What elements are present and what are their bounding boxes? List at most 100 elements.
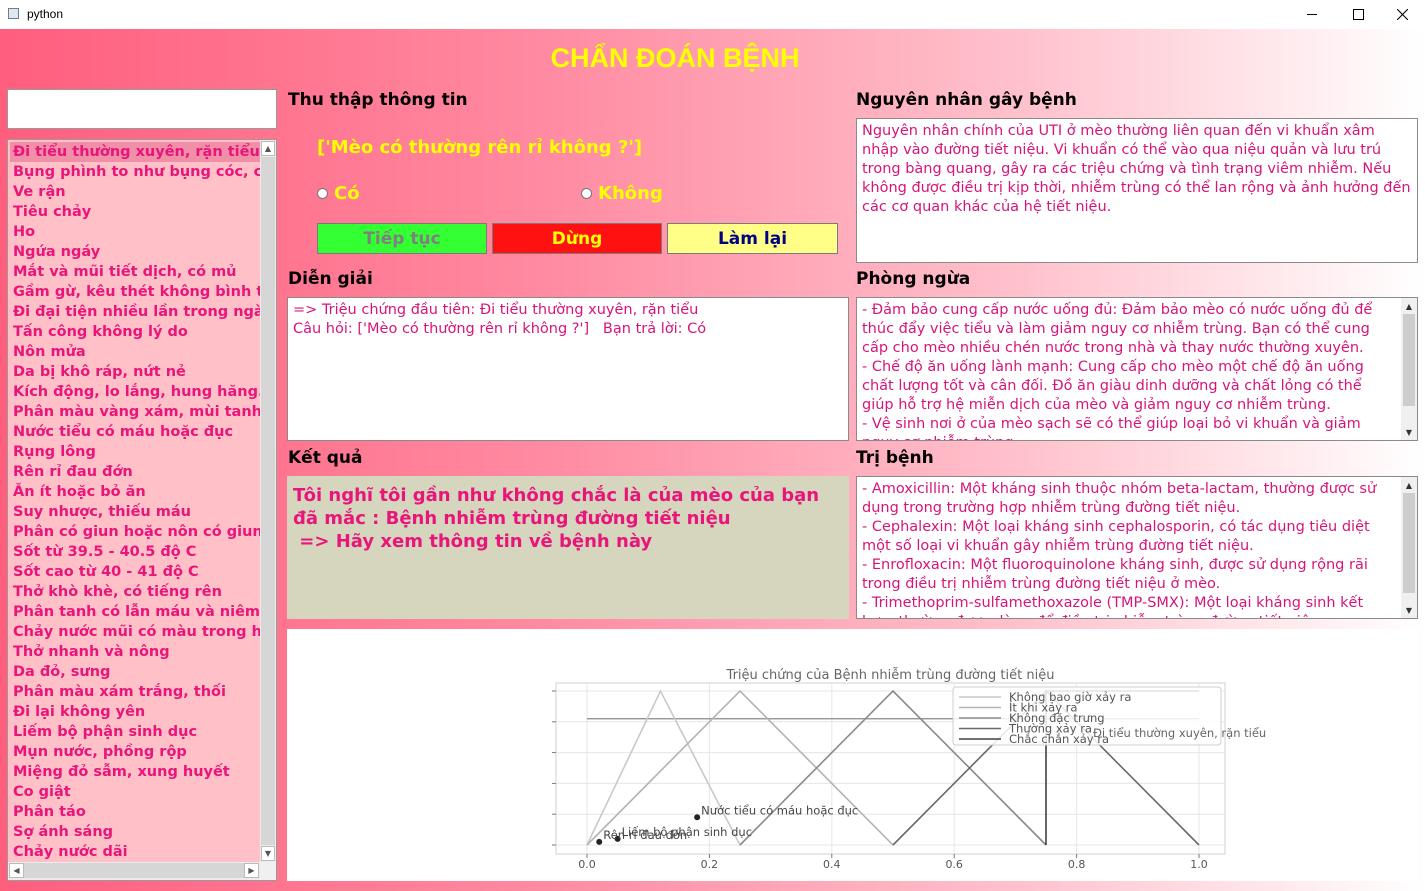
symptom-item[interactable]: Thở nhanh và nông bbox=[13, 642, 263, 662]
cause-text: Nguyên nhân chính của UTI ở mèo thường l… bbox=[862, 123, 1416, 215]
explain-label: Diễn giải bbox=[288, 269, 373, 289]
x-tick-label: 0.2 bbox=[701, 858, 719, 871]
symptom-item[interactable]: Ve rận bbox=[13, 182, 263, 202]
prevent-label: Phòng ngừa bbox=[856, 269, 971, 289]
search-input[interactable] bbox=[7, 89, 277, 129]
radio-yes[interactable]: Có bbox=[317, 183, 360, 204]
symptom-item[interactable]: Miệng đỏ sẫm, xung huyết bbox=[13, 762, 263, 782]
data-point bbox=[596, 838, 603, 845]
symptom-item[interactable]: Chảy nước dãi bbox=[13, 842, 263, 862]
scroll-up-icon[interactable]: ▲ bbox=[1403, 300, 1415, 312]
symptom-item[interactable]: Da bị khô ráp, nứt nẻ bbox=[13, 362, 263, 382]
symptom-item[interactable]: Chảy nước mũi có màu trong hoặc bbox=[13, 622, 263, 642]
radio-icon[interactable] bbox=[581, 188, 592, 199]
scroll-right-icon[interactable]: ▶ bbox=[244, 863, 259, 878]
symptom-item[interactable]: Ngứa ngáy bbox=[13, 242, 263, 262]
symptom-item[interactable]: Phân táo bbox=[13, 802, 263, 822]
symptom-item[interactable]: Gầm gừ, kêu thét không bình thường bbox=[13, 282, 263, 302]
minimize-button[interactable] bbox=[1289, 0, 1335, 29]
legend-label: Đi tiểu thường xuyên, rặn tiểu bbox=[1093, 726, 1266, 740]
treat-line: - Amoxicillin: Một kháng sinh thuộc nhóm… bbox=[862, 481, 1381, 516]
scroll-thumb[interactable] bbox=[261, 157, 275, 845]
explain-textbox[interactable]: => Triệu chứng đầu tiên: Đi tiểu thường … bbox=[287, 297, 849, 441]
prevent-line: - Chế độ ăn uống lành mạnh: Cung cấp cho… bbox=[862, 359, 1369, 413]
symptom-item[interactable]: Đi lại không yên bbox=[13, 702, 263, 722]
treat-line: - Cephalexin: Một loại kháng sinh cephal… bbox=[862, 519, 1375, 554]
symptom-item[interactable]: Suy nhược, thiếu máu bbox=[13, 502, 263, 522]
treat-textbox[interactable]: - Amoxicillin: Một kháng sinh thuộc nhóm… bbox=[856, 476, 1418, 619]
scroll-thumb[interactable] bbox=[1403, 314, 1415, 406]
symptom-list[interactable]: Đi tiểu thường xuyên, rặn tiểu Bụng phình… bbox=[7, 139, 277, 881]
symptom-item[interactable]: Nôn mửa bbox=[13, 342, 263, 362]
symptom-item[interactable]: Sốt từ 39.5 - 40.5 độ C bbox=[13, 542, 263, 562]
scroll-corner bbox=[260, 862, 276, 880]
continue-button[interactable]: Tiếp tục bbox=[317, 223, 487, 254]
scroll-left-icon[interactable]: ◀ bbox=[9, 863, 24, 878]
symptom-item[interactable]: Liếm bộ phận sinh dục bbox=[13, 722, 263, 742]
symptom-item[interactable]: Sợ ánh sáng bbox=[13, 822, 263, 842]
result-text: Tôi nghĩ tôi gần như không chắc là của m… bbox=[287, 476, 849, 619]
result-label: Kết quả bbox=[288, 448, 363, 468]
symptom-item[interactable]: Mụn nước, phồng rộp bbox=[13, 742, 263, 762]
symptom-item[interactable]: Da đỏ, sưng bbox=[13, 662, 263, 682]
list-horizontal-scrollbar[interactable]: ◀ ▶ bbox=[8, 862, 260, 880]
point-label: Nước tiểu có máu hoặc đục bbox=[701, 803, 858, 817]
stop-button[interactable]: Dừng bbox=[492, 223, 662, 254]
collect-label: Thu thập thông tin bbox=[288, 90, 468, 110]
scroll-down-icon[interactable]: ▼ bbox=[1403, 426, 1415, 438]
close-button[interactable] bbox=[1379, 0, 1425, 29]
symptom-item[interactable]: Nước tiểu có máu hoặc đục bbox=[13, 422, 263, 442]
scroll-down-icon[interactable]: ▼ bbox=[1403, 604, 1415, 616]
prevent-textbox[interactable]: - Đảm bảo cung cấp nước uống đủ: Đảm bảo… bbox=[856, 297, 1418, 441]
symptom-item[interactable]: Bụng phình to như bụng cóc, căng bbox=[13, 162, 263, 182]
symptom-chart: 0.0 0.2 0.4 0.6 0.8 1.0 Triệu chứng của Bệnh n… bbox=[552, 668, 1266, 871]
list-vertical-scrollbar[interactable]: ▲ ▼ bbox=[260, 140, 276, 862]
symptom-item[interactable]: Thở khò khè, có tiếng rên bbox=[13, 582, 263, 602]
x-tick-label: 0.4 bbox=[823, 858, 841, 871]
symptom-item[interactable]: Sốt cao từ 40 - 41 độ C bbox=[13, 562, 263, 582]
symptom-item[interactable]: Tấn công không lý do bbox=[13, 322, 263, 342]
radio-no-label: Không bbox=[598, 183, 663, 204]
symptom-item[interactable]: Phân màu xám trắng, thối bbox=[13, 682, 263, 702]
question-text: ['Mèo có thường rên rỉ không ?'] bbox=[317, 137, 643, 158]
symptom-item[interactable]: Tiêu chảy bbox=[13, 202, 263, 222]
window-title: python bbox=[27, 7, 64, 21]
symptom-item[interactable]: Ăn ít hoặc bỏ ăn bbox=[13, 482, 263, 502]
symptom-item[interactable]: Phân tanh có lẫn máu và niêm mạc bbox=[13, 602, 263, 622]
symptom-item[interactable]: Ho bbox=[13, 222, 263, 242]
prevent-scrollbar[interactable]: ▲ ▼ bbox=[1401, 298, 1417, 440]
title-bar: python bbox=[0, 0, 1425, 29]
symptom-item[interactable]: Rụng lông bbox=[13, 442, 263, 462]
scroll-up-icon[interactable]: ▲ bbox=[261, 141, 275, 156]
scroll-up-icon[interactable]: ▲ bbox=[1403, 479, 1415, 491]
scroll-thumb[interactable] bbox=[1403, 493, 1415, 593]
symptom-item[interactable]: Kích động, lo lắng, hung hăng. bbox=[13, 382, 263, 402]
symptom-item[interactable]: Rên rỉ đau đớn bbox=[13, 462, 263, 482]
prevent-line: - Đảm bảo cung cấp nước uống đủ: Đảm bảo… bbox=[862, 302, 1377, 356]
reset-button[interactable]: Làm lại bbox=[667, 223, 838, 254]
app-icon bbox=[8, 8, 19, 19]
symptom-item[interactable]: Đi tiểu thường xuyên, rặn tiểu bbox=[10, 142, 260, 162]
symptom-item[interactable]: Đi đại tiện nhiều lần trong ngày bbox=[13, 302, 263, 322]
explain-line: => Triệu chứng đầu tiên: Đi tiểu thường … bbox=[293, 302, 699, 318]
chart-title: Triệu chứng của Bệnh nhiễm trùng đường t… bbox=[726, 668, 1055, 683]
treat-label: Trị bệnh bbox=[856, 448, 934, 468]
scroll-thumb-horizontal[interactable] bbox=[24, 863, 244, 878]
prevent-line: - Vệ sinh nơi ở của mèo sạch sẽ có thể g… bbox=[862, 416, 1361, 440]
symptom-item[interactable]: Co giật bbox=[13, 782, 263, 802]
symptom-item[interactable]: Phân màu vàng xám, mùi tanh bbox=[13, 402, 263, 422]
radio-no[interactable]: Không bbox=[581, 183, 663, 204]
maximize-button[interactable] bbox=[1335, 0, 1381, 29]
close-icon bbox=[1396, 9, 1408, 20]
cause-textbox[interactable]: Nguyên nhân chính của UTI ở mèo thường l… bbox=[856, 118, 1418, 263]
scroll-down-icon[interactable]: ▼ bbox=[261, 846, 275, 861]
x-tick-label: 1.0 bbox=[1190, 858, 1208, 871]
radio-icon[interactable] bbox=[317, 188, 328, 199]
x-tick-label: 0.0 bbox=[578, 858, 596, 871]
bottom-strip bbox=[0, 881, 1425, 891]
x-tick-label: 0.6 bbox=[945, 858, 963, 871]
treat-scrollbar[interactable]: ▲ ▼ bbox=[1401, 477, 1417, 618]
symptom-item[interactable]: Mắt và mũi tiết dịch, có mủ bbox=[13, 262, 263, 282]
symptom-item[interactable]: Phân có giun hoặc nôn có giun bbox=[13, 522, 263, 542]
page-title: CHẨN ĐOÁN BỆNH bbox=[550, 43, 800, 73]
